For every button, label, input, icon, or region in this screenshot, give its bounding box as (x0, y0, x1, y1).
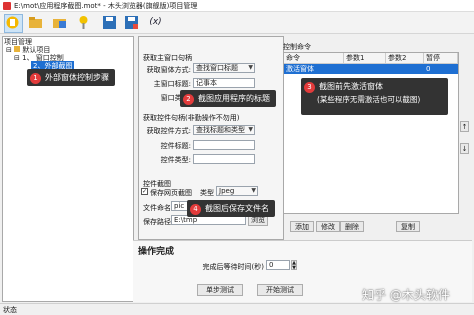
variable-button[interactable]: (x) (147, 14, 164, 31)
callout-text: 截图应用程序的标题 (198, 94, 270, 103)
control-title-input[interactable] (193, 140, 255, 150)
control-method-label: 获取控件方式: (146, 127, 191, 135)
move-up-button[interactable]: ↑ (460, 121, 469, 132)
copy-command-button[interactable]: 复制 (396, 221, 420, 232)
save-screenshot-label: 保存网页截图 (150, 189, 192, 197)
callout-text: 截图前先激活窗体 (319, 82, 383, 91)
save-path-label: 保存路径 (143, 218, 171, 226)
callout-number: 4 (190, 204, 201, 215)
start-test-button[interactable]: 开始测试 (257, 284, 303, 296)
command-header: 控制命令 (283, 43, 311, 51)
callout-subtext: (某些程序无需激活也可以截图) (317, 95, 421, 104)
window-method-select[interactable]: 查找窗口标题 ▼ (193, 63, 255, 73)
column-header-param1[interactable]: 参数1 (344, 53, 386, 63)
window-title-label: 主窗口标题: (153, 80, 191, 88)
callout-number: 3 (304, 82, 315, 93)
cell-command: 激活窗体 (284, 64, 344, 74)
arrow-up-icon: ↑ (461, 123, 468, 131)
operation-complete-title: 操作完成 (138, 247, 175, 257)
window-method-value: 查找窗口标题 (196, 64, 238, 72)
chevron-down-icon: ▼ (251, 187, 256, 194)
image-type-select[interactable]: Jpeg ▼ (216, 186, 258, 196)
control-handle-section-title: 获取控件句柄(非勤操作不勿用) (143, 114, 240, 122)
pin-button[interactable] (75, 14, 92, 31)
add-command-button[interactable]: 添加 (290, 221, 314, 232)
status-bar: 状态 (0, 303, 474, 315)
control-method-select[interactable]: 查找标题和类型 ▼ (193, 125, 255, 135)
command-list[interactable]: 命令 参数1 参数2 暂停 激活窗体 0 (283, 52, 459, 214)
callout-number: 2 (183, 94, 194, 105)
app-icon (3, 2, 11, 10)
open-folder-icon (29, 17, 42, 28)
move-down-button[interactable]: ↓ (460, 143, 469, 154)
callout-number: 1 (30, 73, 41, 84)
toolbar: (x) (0, 12, 474, 34)
table-row[interactable]: 激活窗体 0 (284, 64, 458, 74)
control-title-label: 控件标题: (160, 142, 191, 150)
cell-param1 (344, 64, 386, 74)
wait-time-input[interactable]: 0 (266, 260, 290, 270)
command-list-header: 命令 参数1 参数2 暂停 (284, 53, 458, 64)
open-project-icon (53, 19, 66, 28)
save-button[interactable] (101, 14, 118, 31)
window-handle-section-title: 获取主窗口句柄 (143, 54, 192, 62)
save-screenshot-checkbox[interactable]: ✓ (141, 188, 148, 195)
edit-command-button[interactable]: 修改 (316, 221, 340, 232)
window-method-label: 获取窗体方式: (146, 66, 191, 74)
window-title: E:\mot\应用程序截图.mot* - 木头浏览器(旗舰版)项目管理 (14, 2, 198, 10)
save-as-icon (125, 16, 138, 29)
delete-command-button[interactable]: 删除 (340, 221, 364, 232)
column-header-command[interactable]: 命令 (284, 53, 344, 63)
column-header-param2[interactable]: 参数2 (386, 53, 424, 63)
wait-time-label: 完成后等待时间(秒) (202, 263, 264, 271)
status-text: 状态 (3, 306, 17, 314)
image-type-value: Jpeg (219, 187, 235, 195)
cell-param2 (386, 64, 424, 74)
save-as-button[interactable] (123, 14, 140, 31)
control-type-label: 控件类型: (160, 156, 191, 164)
variable-icon: (x) (149, 17, 162, 27)
open-folder-button[interactable] (27, 14, 44, 31)
column-header-pause[interactable]: 暂停 (424, 53, 458, 63)
new-file-button[interactable] (4, 14, 23, 33)
control-type-input[interactable] (193, 154, 255, 164)
arrow-down-icon: ↓ (461, 145, 468, 153)
control-method-value: 查找标题和类型 (196, 126, 245, 134)
save-icon (103, 16, 116, 29)
tree-toggle[interactable]: ⊟ (14, 54, 20, 62)
chevron-down-icon: ▼ (248, 64, 253, 71)
callout-1: 1 外部窗体控制步骤 (27, 69, 115, 86)
project-icon (14, 46, 21, 52)
cell-pause: 0 (424, 64, 458, 74)
open-project-button[interactable] (51, 14, 68, 31)
callout-4: 4 截图后保存文件名 (187, 200, 275, 217)
callout-3: 3 截图前先激活窗体 (某些程序无需激活也可以截图) (301, 78, 448, 115)
new-file-icon (6, 16, 19, 29)
watermark: 知乎 @木头软件 (362, 288, 450, 302)
callout-text: 截图后保存文件名 (205, 204, 269, 213)
tree-toggle[interactable]: ⊟ (6, 46, 12, 54)
filename-label: 文件命名 (143, 204, 171, 212)
window-title-input[interactable]: 记事本 (193, 78, 255, 88)
chevron-down-icon: ▼ (248, 126, 253, 133)
callout-text: 外部窗体控制步骤 (45, 73, 109, 82)
step-test-button[interactable]: 单步测试 (197, 284, 243, 296)
pin-icon (79, 16, 88, 29)
image-type-label: 类型 (200, 189, 214, 197)
wait-time-stepper[interactable]: ▲ ▼ (291, 260, 297, 271)
callout-2: 2 截图应用程序的标题 (180, 90, 276, 107)
title-bar: E:\mot\应用程序截图.mot* - 木头浏览器(旗舰版)项目管理 (0, 0, 474, 12)
